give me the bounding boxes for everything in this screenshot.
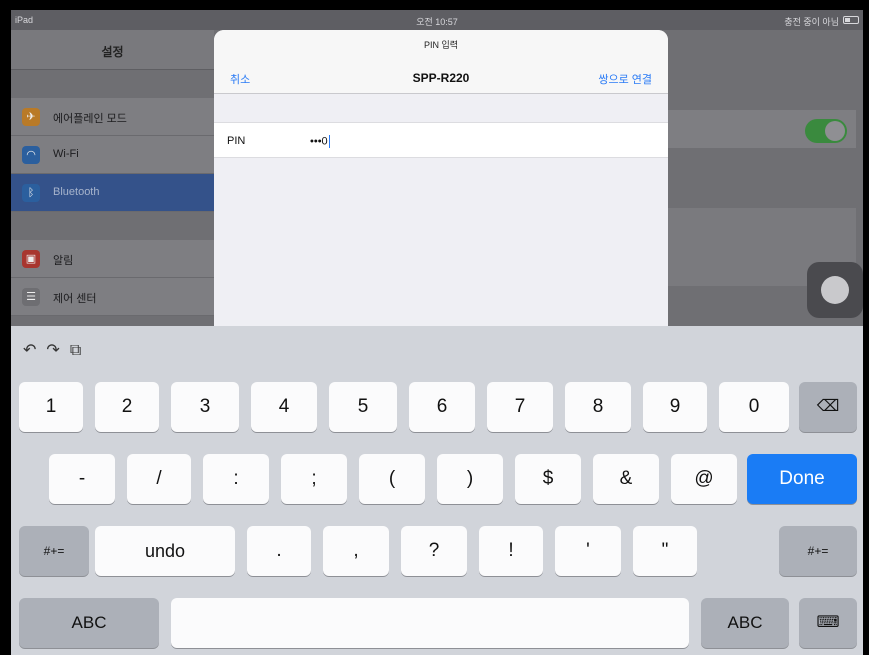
key-7[interactable]: 7 (487, 382, 553, 432)
airplane-icon: ✈ (22, 108, 40, 126)
sidebar-item-label: Bluetooth (53, 186, 100, 198)
keyboard-icon: ⌨ (816, 614, 840, 631)
device-row (666, 208, 856, 246)
abc-key-right[interactable]: ABC (701, 598, 789, 648)
sidebar-item-control-center[interactable]: ☰ 제어 센터 (11, 278, 214, 316)
settings-header: 설정 (11, 30, 214, 70)
key-0[interactable]: 0 (719, 382, 789, 432)
sidebar-item-label: 제어 센터 (53, 293, 97, 305)
status-time: 오전 10:57 (416, 17, 458, 27)
sidebar-item-label: 알림 (53, 255, 74, 267)
key-quote[interactable]: " (633, 526, 697, 576)
keyboard-toolbar: ↶↷⧉ (23, 340, 91, 360)
wifi-icon: ◠ (22, 146, 40, 164)
redo-icon[interactable]: ↷ (46, 342, 69, 359)
key-comma[interactable]: , (323, 526, 389, 576)
space-key[interactable] (171, 598, 689, 648)
key-3[interactable]: 3 (171, 382, 239, 432)
done-button[interactable]: Done (747, 454, 857, 504)
key-at[interactable]: @ (671, 454, 737, 504)
keyboard: ↶↷⧉ 1 2 3 4 5 6 7 8 9 0 ⌫ - / : ; ( ) $ … (11, 326, 863, 655)
sidebar-item-label: 에어플레인 모드 (53, 113, 127, 125)
abc-key-left[interactable]: ABC (19, 598, 159, 648)
bluetooth-icon: ᛒ (22, 184, 40, 202)
pin-dialog: PIN 입력 SPP-R220 취소 쌍으로 연결 PIN •••0 (214, 30, 668, 330)
key-apostrophe[interactable]: ' (555, 526, 621, 576)
pin-input[interactable]: •••0 (310, 135, 330, 148)
cancel-button[interactable]: 취소 (230, 71, 250, 87)
key-2[interactable]: 2 (95, 382, 159, 432)
ipad-screen: iPad 오전 10:57 충전 중이 아님 설정 ✈ 에어플레인 모드 ◠ W… (11, 10, 863, 655)
key-slash[interactable]: / (127, 454, 191, 504)
control-center-icon: ☰ (22, 288, 40, 306)
dialog-navbar: PIN 입력 SPP-R220 취소 쌍으로 연결 (214, 30, 668, 94)
key-period[interactable]: . (247, 526, 311, 576)
key-dollar[interactable]: $ (515, 454, 581, 504)
sidebar-item-airplane[interactable]: ✈ 에어플레인 모드 (11, 98, 214, 136)
undo-icon[interactable]: ↶ (23, 342, 46, 359)
sidebar-item-notifications[interactable]: ▣ 알림 (11, 240, 214, 278)
key-6[interactable]: 6 (409, 382, 475, 432)
backspace-icon: ⌫ (816, 398, 840, 415)
more-symbols-key-right[interactable]: #+= (779, 526, 857, 576)
notifications-icon: ▣ (22, 250, 40, 268)
sidebar-item-bluetooth[interactable]: ᛒ Bluetooth (11, 174, 214, 212)
text-caret (328, 135, 330, 148)
key-8[interactable]: 8 (565, 382, 631, 432)
assistive-touch-button[interactable] (807, 262, 863, 318)
key-hyphen[interactable]: - (49, 454, 115, 504)
key-semicolon[interactable]: ; (281, 454, 347, 504)
key-1[interactable]: 1 (19, 382, 83, 432)
settings-title: 설정 (101, 45, 124, 59)
key-5[interactable]: 5 (329, 382, 397, 432)
more-symbols-key-left[interactable]: #+= (19, 526, 89, 576)
hide-keyboard-key[interactable]: ⌨ (799, 598, 857, 648)
key-question[interactable]: ? (401, 526, 467, 576)
key-ampersand[interactable]: & (593, 454, 659, 504)
dialog-prompt: PIN 입력 (423, 40, 459, 50)
bluetooth-toggle[interactable] (805, 119, 847, 143)
pin-value: •••0 (310, 135, 328, 148)
pin-field[interactable]: PIN •••0 (214, 122, 668, 158)
key-9[interactable]: 9 (643, 382, 707, 432)
pair-button[interactable]: 쌍으로 연결 (598, 71, 652, 87)
key-exclamation[interactable]: ! (479, 526, 543, 576)
battery-icon (843, 16, 859, 24)
key-4[interactable]: 4 (251, 382, 317, 432)
key-colon[interactable]: : (203, 454, 269, 504)
paste-icon[interactable]: ⧉ (70, 342, 91, 359)
undo-key[interactable]: undo (95, 526, 235, 576)
status-bar: iPad 오전 10:57 충전 중이 아님 (11, 10, 863, 30)
backspace-key[interactable]: ⌫ (799, 382, 857, 432)
sidebar-item-wifi[interactable]: ◠ Wi-Fi (11, 136, 214, 174)
key-close-paren[interactable]: ) (437, 454, 503, 504)
pin-label: PIN (227, 135, 246, 147)
sidebar-item-label: Wi-Fi (53, 148, 79, 160)
charging-status: 충전 중이 아님 (784, 17, 839, 27)
key-open-paren[interactable]: ( (359, 454, 425, 504)
